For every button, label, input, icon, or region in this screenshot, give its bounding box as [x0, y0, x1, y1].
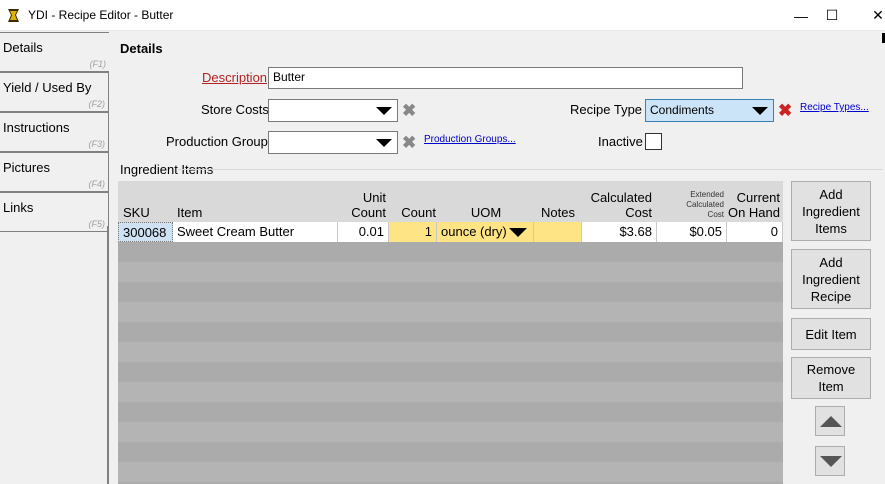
tab-shortcut: (F4)	[88, 179, 106, 189]
column-header-calculated-cost[interactable]: Calculated Cost	[582, 190, 652, 220]
header-line: Count	[351, 205, 386, 220]
inactive-label: Inactive	[598, 134, 643, 149]
store-costs-select[interactable]	[268, 99, 398, 122]
header-line: Extended	[690, 190, 724, 199]
header-line: On Hand	[727, 205, 780, 220]
button-line: Recipe	[810, 288, 852, 304]
tab-label: Links	[3, 200, 34, 215]
remove-item-button[interactable]: Remove Item	[791, 357, 871, 399]
header-line: Calculated	[686, 200, 724, 209]
chevron-down-icon	[376, 107, 392, 115]
chevron-down-icon[interactable]	[509, 228, 527, 237]
extended-cost-cell[interactable]: $0.05	[657, 222, 727, 242]
uom-cell[interactable]: ounce (dry)	[437, 222, 534, 242]
button-line: Items	[815, 220, 847, 236]
column-header-item[interactable]: Item	[177, 205, 202, 220]
notes-cell[interactable]	[534, 222, 582, 242]
table-row[interactable]: 300068 Sweet Cream Butter 0.01 1 ounce (…	[118, 222, 783, 242]
close-icon: ✕	[872, 7, 884, 23]
clear-recipe-type-icon[interactable]: ✖	[778, 102, 792, 119]
edit-item-button[interactable]: Edit Item	[791, 318, 871, 350]
tab-links[interactable]: Links (F5)	[0, 192, 109, 232]
column-header-unit-count[interactable]: Unit Count	[340, 190, 386, 220]
inactive-checkbox[interactable]	[645, 133, 662, 150]
sku-cell[interactable]: 300068	[118, 222, 173, 242]
recipe-types-link[interactable]: Recipe Types...	[800, 102, 869, 113]
button-line: Ingredient	[802, 203, 860, 219]
column-header-notes[interactable]: Notes	[534, 205, 582, 220]
column-header-sku[interactable]: SKU	[123, 205, 150, 220]
column-header-uom[interactable]: UOM	[438, 205, 534, 220]
column-header-count[interactable]: Count	[396, 205, 436, 220]
recipe-type-label: Recipe Type	[570, 102, 643, 117]
chevron-down-icon	[752, 107, 768, 115]
calculated-cost-cell[interactable]: $3.68	[582, 222, 657, 242]
title-bar: YDI - Recipe Editor - Butter — ☐ ✕	[0, 0, 885, 31]
button-line: Add	[819, 186, 843, 202]
move-up-button[interactable]	[815, 406, 845, 436]
description-field[interactable]: Butter	[268, 67, 743, 89]
header-line: Calculated	[590, 190, 652, 205]
arrow-down-icon	[820, 456, 842, 467]
arrow-up-icon	[820, 416, 842, 427]
on-hand-cell[interactable]: 0	[727, 222, 783, 242]
tab-label: Pictures	[3, 160, 50, 175]
button-line: Add	[819, 254, 843, 270]
minimize-icon: —	[794, 7, 808, 24]
item-cell[interactable]: Sweet Cream Butter	[173, 222, 338, 242]
tab-yield-used-by[interactable]: Yield / Used By (F2)	[0, 72, 109, 112]
ingredients-table[interactable]: SKU Item Unit Count Count UOM Notes Calc…	[118, 181, 783, 484]
maximize-icon: ☐	[825, 7, 839, 23]
tab-shortcut: (F1)	[89, 59, 107, 69]
window-title: YDI - Recipe Editor - Butter	[28, 8, 174, 22]
close-button[interactable]: ✕	[855, 0, 885, 31]
column-header-on-hand[interactable]: Current On Hand	[726, 190, 780, 220]
button-line: Ingredient	[802, 271, 860, 287]
production-group-select[interactable]	[268, 131, 398, 154]
header-line: Cost	[625, 205, 652, 220]
chevron-down-icon	[376, 139, 392, 147]
tab-details[interactable]: Details (F1)	[0, 32, 109, 72]
production-groups-link[interactable]: Production Groups...	[424, 134, 516, 145]
column-header-extended-cost[interactable]: Extended Calculated Cost	[658, 190, 724, 220]
store-costs-label: Store Costs	[201, 102, 269, 117]
production-group-label: Production Group	[166, 134, 268, 149]
uom-value: ounce (dry)	[441, 224, 507, 239]
sidebar-border	[107, 226, 109, 484]
count-cell[interactable]: 1	[389, 222, 437, 242]
header-line: Current	[736, 190, 780, 205]
table-header: SKU Item Unit Count Count UOM Notes Calc…	[118, 181, 783, 222]
clear-store-costs-icon[interactable]: ✖	[402, 102, 416, 119]
header-line: Unit	[362, 190, 386, 205]
app-logo-icon	[5, 7, 22, 24]
sidebar-tabs: Details (F1) Yield / Used By (F2) Instru…	[0, 32, 109, 484]
tab-shortcut: (F3)	[88, 139, 106, 149]
tab-pictures[interactable]: Pictures (F4)	[0, 152, 109, 192]
tab-label: Instructions	[3, 120, 70, 135]
recipe-type-value: Condiments	[650, 103, 715, 117]
header-line: Cost	[707, 210, 724, 219]
divider	[178, 169, 882, 170]
tab-label: Yield / Used By	[3, 80, 92, 95]
unit-count-cell[interactable]: 0.01	[338, 222, 389, 242]
tab-label: Details	[3, 40, 43, 55]
recipe-type-select[interactable]: Condiments	[645, 99, 774, 122]
add-ingredient-items-button[interactable]: Add Ingredient Items	[791, 181, 871, 241]
tab-shortcut: (F5)	[88, 219, 106, 229]
description-label: Description	[202, 70, 268, 85]
maximize-button[interactable]: ☐	[809, 0, 855, 31]
button-line: Item	[818, 379, 844, 394]
section-title: Details	[120, 41, 163, 56]
button-line: Remove	[806, 362, 856, 377]
tab-shortcut: (F2)	[88, 99, 106, 109]
tab-instructions[interactable]: Instructions (F3)	[0, 112, 109, 152]
move-down-button[interactable]	[815, 446, 845, 476]
clear-production-group-icon[interactable]: ✖	[402, 134, 416, 151]
add-ingredient-recipe-button[interactable]: Add Ingredient Recipe	[791, 249, 871, 309]
